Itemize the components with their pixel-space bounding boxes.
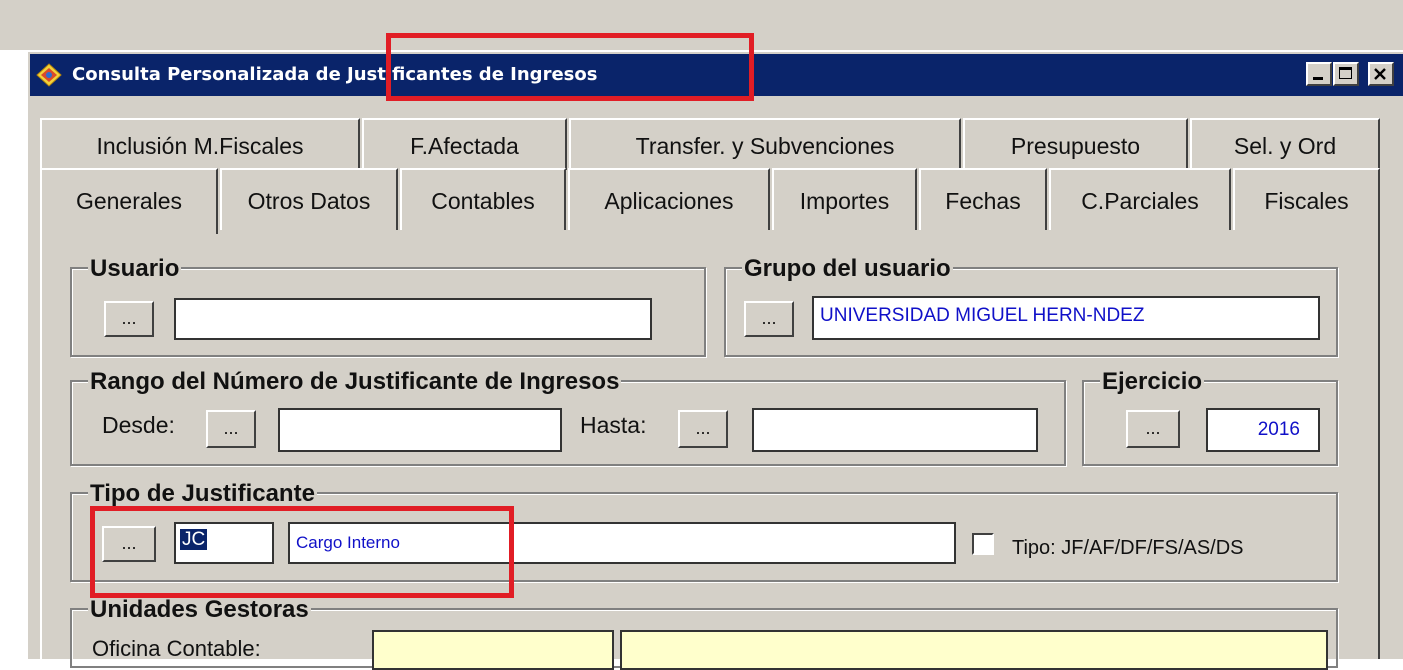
- ejercicio-label: Ejercicio: [1100, 368, 1205, 395]
- ejercicio-lookup-button[interactable]: ...: [1126, 410, 1180, 448]
- tab-label: Otros Datos: [247, 188, 371, 214]
- tab-label: Sel. y Ord: [1233, 133, 1337, 159]
- minimize-button[interactable]: [1306, 62, 1332, 86]
- usuario-group-label: Usuario: [88, 255, 182, 282]
- tab-contables[interactable]: Contables: [400, 168, 566, 230]
- tab-inclusion-mfiscales[interactable]: Inclusión M.Fiscales: [40, 118, 360, 170]
- tab-fiscales[interactable]: Fiscales: [1233, 168, 1380, 230]
- tab-otros-datos[interactable]: Otros Datos: [220, 168, 398, 230]
- tab-label: Contables: [431, 188, 535, 214]
- tab-aplicaciones[interactable]: Aplicaciones: [568, 168, 770, 230]
- maximize-icon: [1339, 67, 1352, 79]
- annotation-box-tipo: [90, 506, 514, 598]
- desde-label: Desde:: [102, 412, 175, 438]
- tipo-checkbox[interactable]: [972, 533, 994, 555]
- annotation-box-title: [386, 33, 754, 101]
- app-icon: [36, 63, 62, 87]
- unidades-gestoras-label: Unidades Gestoras: [88, 596, 311, 623]
- close-button[interactable]: [1368, 62, 1394, 86]
- usuario-lookup-button[interactable]: ...: [104, 301, 154, 337]
- oficina-contable-label: Oficina Contable:: [92, 636, 261, 661]
- tab-importes[interactable]: Importes: [772, 168, 917, 230]
- tab-label: Aplicaciones: [604, 188, 734, 214]
- tab-fechas[interactable]: Fechas: [919, 168, 1047, 230]
- tab-label: Importes: [799, 188, 890, 214]
- close-icon: [1374, 68, 1386, 80]
- tab-label: C.Parciales: [1081, 188, 1199, 214]
- tab-label: Fechas: [945, 188, 1021, 214]
- tab-label: Generales: [75, 188, 183, 214]
- tab-label: Inclusión M.Fiscales: [96, 133, 304, 159]
- tab-c-parciales[interactable]: C.Parciales: [1049, 168, 1231, 230]
- ejercicio-input[interactable]: 2016: [1206, 408, 1320, 452]
- tab-label: Presupuesto: [1010, 133, 1141, 159]
- tab-label: Fiscales: [1264, 188, 1349, 214]
- hasta-input[interactable]: [752, 408, 1038, 452]
- tipo-checkbox-label: Tipo: JF/AF/DF/FS/AS/DS: [1012, 537, 1244, 559]
- tab-generales[interactable]: Generales: [40, 168, 218, 234]
- tab-transfer-subvenciones[interactable]: Transfer. y Subvenciones: [569, 118, 961, 170]
- usuario-input[interactable]: [174, 298, 652, 340]
- tab-f-afectada[interactable]: F.Afectada: [362, 118, 567, 170]
- tab-sel-ord[interactable]: Sel. y Ord: [1190, 118, 1380, 170]
- desde-lookup-button[interactable]: ...: [206, 410, 256, 448]
- grupo-usuario-label: Grupo del usuario: [742, 255, 953, 282]
- desde-input[interactable]: [278, 408, 562, 452]
- oficina-description-input[interactable]: [620, 630, 1328, 670]
- minimize-icon: [1313, 77, 1323, 80]
- tab-label: F.Afectada: [410, 133, 519, 159]
- grupo-lookup-button[interactable]: ...: [744, 301, 794, 337]
- tipo-justificante-label: Tipo de Justificante: [88, 480, 317, 507]
- maximize-button[interactable]: [1333, 62, 1359, 86]
- tab-presupuesto[interactable]: Presupuesto: [963, 118, 1188, 170]
- hasta-lookup-button[interactable]: ...: [678, 410, 728, 448]
- rango-group-label: Rango del Número de Justificante de Ingr…: [88, 368, 622, 395]
- grupo-usuario-input[interactable]: UNIVERSIDAD MIGUEL HERN-NDEZ: [812, 296, 1320, 340]
- hasta-label: Hasta:: [580, 412, 647, 438]
- tab-label: Transfer. y Subvenciones: [635, 133, 895, 159]
- oficina-code-input[interactable]: [372, 630, 614, 670]
